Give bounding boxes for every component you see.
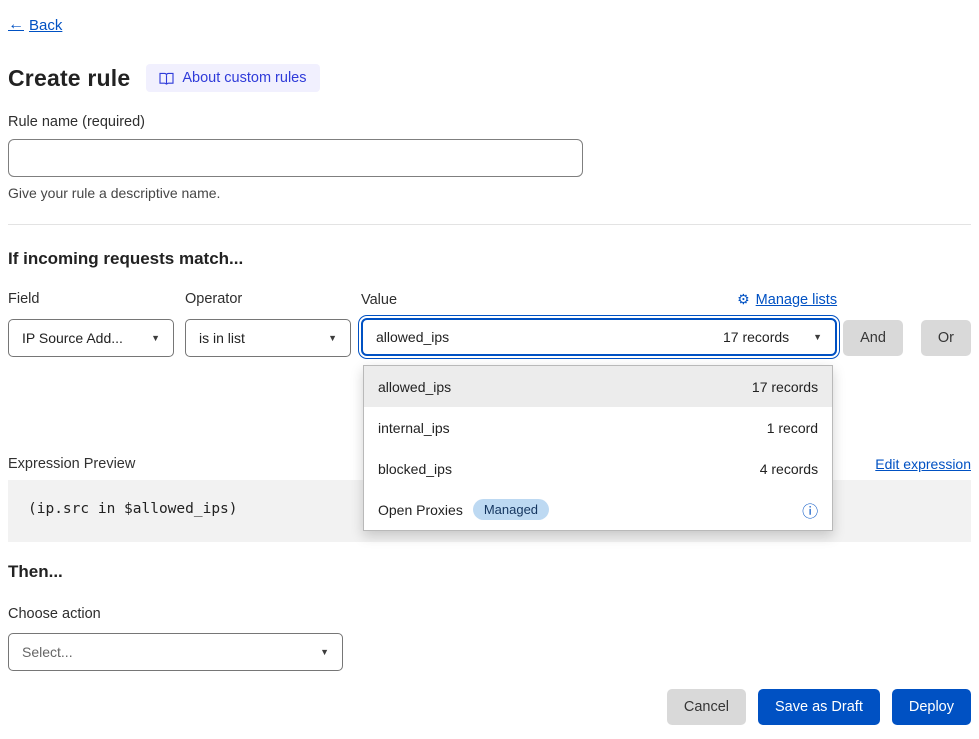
rule-name-input[interactable] (8, 139, 583, 177)
expression-preview-label: Expression Preview (8, 456, 135, 472)
value-select[interactable]: allowed_ips 17 records ▼ (361, 318, 837, 356)
edit-expression-link[interactable]: Edit expression (875, 456, 971, 472)
list-option-name: allowed_ips (378, 379, 451, 395)
page-title: Create rule (8, 65, 130, 92)
field-select[interactable]: IP Source Add... ▼ (8, 319, 174, 357)
list-option-records: 4 records (760, 461, 818, 477)
then-section-title: Then... (8, 562, 971, 582)
back-arrow-icon: ← (8, 16, 24, 34)
cancel-button[interactable]: Cancel (667, 689, 746, 725)
manage-lists-link[interactable]: ⚙ Manage lists (737, 291, 837, 308)
back-label: Back (29, 17, 62, 34)
list-option-records: 1 record (767, 420, 818, 436)
operator-select-value: is in list (199, 330, 245, 346)
back-link[interactable]: ← Back (8, 16, 62, 34)
and-button[interactable]: And (843, 320, 903, 356)
manage-lists-label: Manage lists (756, 292, 837, 308)
field-select-value: IP Source Add... (22, 330, 123, 346)
action-select-placeholder: Select... (22, 644, 73, 660)
chevron-down-icon: ▼ (813, 332, 822, 342)
deploy-button[interactable]: Deploy (892, 689, 971, 725)
rule-name-help: Give your rule a descriptive name. (8, 185, 971, 201)
rule-name-label: Rule name (required) (8, 114, 971, 130)
about-custom-rules-link[interactable]: About custom rules (146, 64, 319, 92)
list-option-name: Open Proxies (378, 502, 463, 518)
expression-code: (ip.src in $allowed_ips) (28, 501, 238, 517)
managed-badge: Managed (473, 499, 549, 520)
list-option-records: 17 records (752, 379, 818, 395)
action-select[interactable]: Select... ▼ (8, 633, 343, 671)
footer-actions: Cancel Save as Draft Deploy (8, 689, 971, 725)
list-option-blocked-ips[interactable]: blocked_ips 4 records (364, 448, 832, 489)
gear-icon: ⚙ (737, 291, 750, 308)
chevron-down-icon: ▼ (320, 647, 329, 657)
value-label: Value (361, 292, 397, 308)
match-builder-row: Field IP Source Add... ▼ Operator is in … (8, 291, 971, 357)
section-divider (8, 224, 971, 225)
list-option-allowed-ips[interactable]: allowed_ips 17 records (364, 366, 832, 407)
list-option-name: blocked_ips (378, 461, 452, 477)
choose-action-label: Choose action (8, 606, 971, 622)
value-select-value: allowed_ips (376, 329, 449, 345)
title-row: Create rule About custom rules (8, 64, 971, 92)
chevron-down-icon: ▼ (151, 333, 160, 343)
book-icon (159, 72, 174, 85)
match-section-title: If incoming requests match... (8, 249, 971, 269)
chevron-down-icon: ▼ (328, 333, 337, 343)
list-option-name: internal_ips (378, 420, 450, 436)
operator-label: Operator (185, 291, 351, 307)
create-rule-page: ← Back Create rule About custom rules Ru… (0, 0, 979, 725)
field-label: Field (8, 291, 174, 307)
or-button[interactable]: Or (921, 320, 971, 356)
list-option-open-proxies[interactable]: Open Proxies Managed ⓘ (364, 489, 832, 530)
about-custom-rules-label: About custom rules (182, 70, 306, 86)
list-option-internal-ips[interactable]: internal_ips 1 record (364, 407, 832, 448)
info-icon[interactable]: ⓘ (802, 498, 818, 522)
list-dropdown: allowed_ips 17 records internal_ips 1 re… (363, 365, 833, 531)
save-draft-button[interactable]: Save as Draft (758, 689, 880, 725)
operator-select[interactable]: is in list ▼ (185, 319, 351, 357)
value-select-records: 17 records (723, 329, 789, 345)
